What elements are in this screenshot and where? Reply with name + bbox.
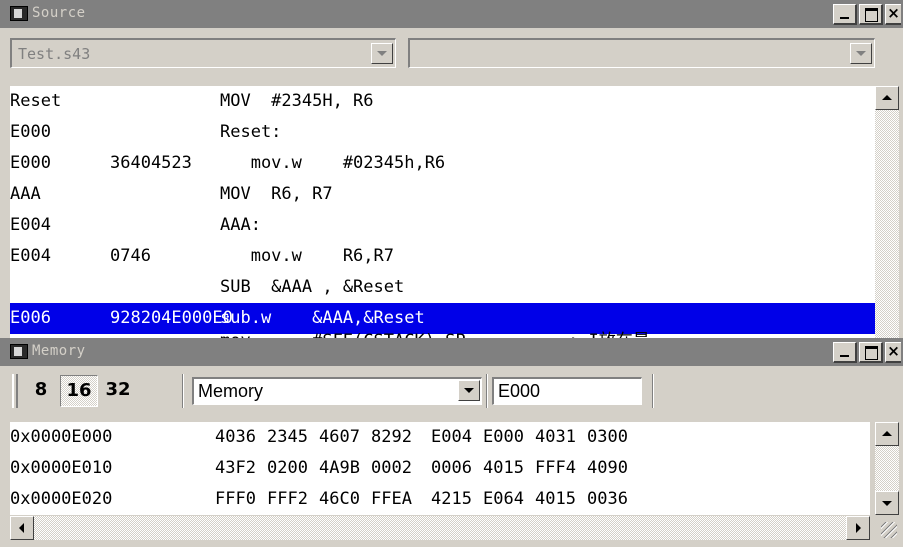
source-line[interactable]: E004 AAA: [10,210,875,241]
source-window-title: Source [32,5,86,21]
function-combo[interactable] [408,38,875,68]
scroll-left-button[interactable] [10,516,34,540]
memory-word[interactable]: 8292 [371,422,412,453]
memory-row[interactable]: 0x0000E010 43F2 0200 4A9B 0002 0006 4015 FFF4 40… [10,453,870,484]
width-32-button[interactable]: 32 [100,375,136,407]
source-address: E000 [10,122,51,142]
memory-scroll-up-button[interactable] [875,422,899,446]
maximize-button[interactable] [859,4,883,25]
memory-word[interactable]: 4015 [535,484,576,515]
source-instruction: MOV R6, R7 [220,184,333,204]
memory-zone-dropdown-button[interactable] [458,380,480,401]
source-address: Reset [10,91,62,111]
file-combo[interactable]: Test.s43 [10,38,396,68]
source-opcode: 36404523 [110,153,192,173]
memory-word[interactable]: 4215 [431,484,472,515]
source-code-view[interactable]: Reset MOV #2345H, R6 E000 Reset: E000 3640452… [10,86,875,338]
source-line[interactable]: SUB &AAA , &Reset [10,272,875,303]
source-address: E004 [10,246,51,266]
memory-zone-value: Memory [198,381,264,401]
memory-word[interactable]: FFF2 [267,484,308,515]
memory-word[interactable]: 4A9B [319,453,360,484]
memory-word[interactable]: 4015 [483,453,524,484]
memory-word[interactable]: 43F2 [215,453,256,484]
memory-word[interactable]: 4607 [319,422,360,453]
source-line[interactable]: E000 36404523 mov.w #02345h,R6 [10,148,875,179]
memory-word[interactable]: 0300 [587,422,628,453]
memory-word[interactable]: 4036 [215,422,256,453]
source-window-icon [10,6,28,21]
source-line[interactable]: AAA MOV R6, R7 [10,179,875,210]
memory-word[interactable]: 0200 [267,453,308,484]
memory-word[interactable]: 4090 [587,453,628,484]
source-address: E004 [10,215,51,235]
memory-dump-view[interactable]: 0x0000E000 4036 2345 4607 8292 E004 E000 4031 03… [10,422,870,515]
memory-word[interactable]: E004 [431,422,472,453]
address-input-value: E000 [498,381,541,401]
source-line[interactable]: mov #SFE(CSTACK),SP ; I放在最 [10,326,875,338]
source-instruction: mov.w R6,R7 [220,246,394,266]
scroll-right-button[interactable] [846,516,870,540]
source-opcode: 0746 [110,246,151,266]
source-address: E000 [10,153,51,173]
memory-word[interactable]: 0006 [431,453,472,484]
source-instruction: AAA: [220,215,261,235]
memory-address: 0x0000E000 [10,427,113,447]
address-input[interactable]: E000 [492,377,642,405]
source-line[interactable]: E000 Reset: [10,117,875,148]
memory-word[interactable]: E000 [483,422,524,453]
memory-address: 0x0000E010 [10,458,113,478]
memory-word[interactable]: FFF4 [535,453,576,484]
memory-word[interactable]: FFEA [371,484,412,515]
memory-word[interactable]: 0036 [587,484,628,515]
maximize-button[interactable] [859,342,883,363]
source-window: Source × Test.s43 Reset MOV #2345H, R6 E00… [0,0,903,338]
source-instruction: Reset: [220,122,282,142]
file-combo-dropdown-button[interactable] [371,43,393,64]
size-grip[interactable] [875,516,899,540]
memory-horizontal-scrollbar[interactable] [10,516,870,540]
memory-scroll-down-button[interactable] [875,491,899,515]
source-instruction: SUB &AAA , &Reset [220,277,405,297]
memory-word[interactable]: E064 [483,484,524,515]
function-combo-dropdown-button[interactable] [850,43,872,64]
memory-vertical-scrollbar[interactable] [875,422,899,515]
minimize-button[interactable] [833,4,857,25]
memory-address: 0x0000E020 [10,489,113,509]
minimize-button[interactable] [833,342,857,363]
source-titlebar[interactable]: Source × [0,0,903,28]
memory-zone-combo[interactable]: Memory [192,377,482,405]
width-16-button[interactable]: 16 [60,375,98,407]
source-address: AAA [10,184,41,204]
source-instruction: mov #SFE(CSTACK),SP ; I放在最 [220,326,650,338]
memory-word[interactable]: FFF0 [215,484,256,515]
source-vertical-scrollbar[interactable] [875,86,899,338]
memory-toolbar: 8 16 32 Memory E000 [0,366,903,414]
memory-word[interactable]: 46C0 [319,484,360,515]
scroll-up-button[interactable] [875,86,899,110]
memory-window-title: Memory [32,343,86,359]
close-button[interactable]: × [885,342,901,363]
toolbar-separator [486,374,488,408]
memory-window-icon [10,344,28,359]
source-line[interactable]: E004 0746 mov.w R6,R7 [10,241,875,272]
toolbar-separator [182,374,184,408]
source-instruction: mov.w #02345h,R6 [220,153,446,173]
memory-titlebar[interactable]: Memory × [0,338,903,366]
source-line[interactable]: Reset MOV #2345H, R6 [10,86,875,117]
memory-word[interactable]: 2345 [267,422,308,453]
file-combo-value: Test.s43 [18,45,91,63]
memory-row[interactable]: 0x0000E000 4036 2345 4607 8292 E004 E000 4031 03… [10,422,870,453]
width-8-button[interactable]: 8 [26,375,56,407]
toolbar-separator [652,374,654,408]
memory-row[interactable]: 0x0000E020 FFF0 FFF2 46C0 FFEA 4215 E064 4015 00… [10,484,870,515]
toolbar-grip[interactable] [12,374,18,408]
source-instruction: MOV #2345H, R6 [220,91,374,111]
memory-word[interactable]: 4031 [535,422,576,453]
close-button[interactable]: × [885,4,901,25]
memory-window: Memory × 8 16 32 Memory E000 0x0000E000 4… [0,338,903,547]
memory-word[interactable]: 0002 [371,453,412,484]
